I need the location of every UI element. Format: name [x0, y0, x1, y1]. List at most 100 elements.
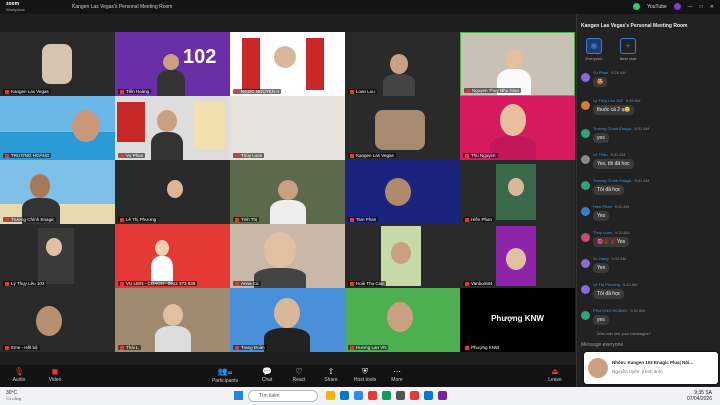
video-tile[interactable]: Vu Phan — [115, 96, 230, 160]
app-icon[interactable] — [396, 391, 405, 400]
video-tile[interactable]: Kangen Las Vegas — [0, 32, 115, 96]
message-header: Vu Phan 9:28 AM — [593, 70, 626, 75]
app-icon[interactable] — [424, 391, 433, 400]
toast-notification[interactable]: Nhóm: Kangen 102 Enagic Plus| Nội... Ngu… — [584, 352, 718, 384]
video-tile[interactable]: TRƯƠNG HOÀNG — [0, 96, 115, 160]
meeting-stage: ◀1/2 ▶1/2 Kangen Las Vegas 102 Tiến Hoàn… — [0, 14, 576, 365]
message-bubble: thuốc cả 2 ạ😊 — [593, 105, 635, 115]
message-bubble: Tôi đã học — [593, 289, 625, 299]
youtube-label[interactable]: YouTube — [647, 4, 667, 10]
title-bar-right: YouTube — □ ✕ — [633, 3, 714, 10]
sender-avatar — [581, 181, 590, 190]
video-tile[interactable]: VU LIEN - COACH - 0912 373 839 — [115, 224, 230, 288]
tab-everyone[interactable]: ◉ Everyone — [581, 38, 607, 61]
chat-button[interactable]: 💬 Chat — [250, 367, 284, 383]
message-header: Hiền Phan 9:32 AM — [593, 204, 630, 209]
who-can-see-link[interactable]: Who can see your messages? — [597, 331, 651, 336]
video-tile[interactable]: NGOC NGUYEN-4 — [230, 32, 345, 96]
video-tile[interactable]: Lý Thụy Lêu 102 — [0, 224, 115, 288]
profile-avatar[interactable] — [673, 3, 681, 10]
chat-message-input[interactable]: Message everyone — [581, 342, 717, 352]
maximize-icon[interactable]: □ — [700, 4, 703, 10]
app-icon[interactable] — [326, 391, 335, 400]
message-header: Vu Dang 9:32 AM — [593, 256, 627, 261]
encryption-icon[interactable] — [633, 3, 641, 10]
video-tile[interactable]: Nguyen Thuy Nhu Giao — [460, 32, 575, 96]
video-tile[interactable]: Kangen Las Vegas — [345, 96, 460, 160]
video-tile[interactable]: Trang Đoàn — [230, 288, 345, 352]
sender-avatar — [581, 259, 590, 268]
participant-name: Hiền Phan — [463, 217, 495, 222]
participants-button[interactable]: 👥42 Participants — [208, 367, 242, 384]
participant-name: Vu Phan — [118, 153, 146, 158]
message-header: Trương Chính Enagic 9:31 AM — [593, 178, 650, 183]
participant-name: TRƯƠNG HOÀNG — [3, 153, 52, 158]
sender-avatar — [581, 73, 590, 82]
participant-name: Tam Phan — [348, 217, 379, 222]
windows-start-icon[interactable] — [234, 391, 243, 400]
leave-button[interactable]: ⏏ Leave — [538, 367, 572, 383]
video-tile[interactable]: Tinh Thị — [230, 160, 345, 224]
video-tile[interactable]: Vanbom84 — [460, 224, 575, 288]
app-icon[interactable] — [438, 391, 447, 400]
video-tile[interactable]: Hương Lan VN — [345, 288, 460, 352]
video-tile[interactable]: Phượng KNW Phượng KNW — [460, 288, 575, 352]
video-tile[interactable]: Loan Luu — [345, 32, 460, 96]
message-header: Lê Thảo 9:31 AM — [593, 152, 626, 157]
chat-tabs: ◉ Everyone + New chat — [581, 38, 641, 61]
react-button[interactable]: ♡ React — [282, 367, 316, 383]
plus-icon: + — [620, 38, 636, 54]
video-tile[interactable]: Tam Phan — [345, 160, 460, 224]
title-bar: zoom Workplace Kangen Las Vegas's Persona… — [0, 0, 720, 14]
video-tile[interactable]: Hoài Thu Cao — [345, 224, 460, 288]
tab-new-chat[interactable]: + New chat — [615, 38, 641, 61]
video-button[interactable]: ◼ Video — [38, 367, 72, 383]
video-tile[interactable]: Hiền Phan — [460, 160, 575, 224]
weather-widget[interactable]: 30°C Có nắng — [6, 390, 21, 402]
audio-button[interactable]: 🎙 Audio — [2, 367, 36, 383]
sender-avatar — [581, 285, 590, 294]
video-tile[interactable]: Thùy Loan — [230, 96, 345, 160]
app-icon[interactable] — [382, 391, 391, 400]
message-bubble: Tôi đã học — [593, 185, 625, 195]
everyone-icon: ◉ — [586, 38, 602, 54]
leave-icon: ⏏ — [551, 367, 559, 376]
video-tile[interactable]: Trương Chính Enagic — [0, 160, 115, 224]
message-bubble: 😍 — [593, 77, 608, 87]
participant-name: VU LIEN - COACH - 0912 373 839 — [118, 281, 198, 286]
message-bubble: Yes — [593, 263, 610, 273]
participant-name: Phượng KNW — [463, 345, 502, 350]
message-header: Lê Thị Phương 9:32 AM — [593, 282, 638, 287]
host-tools-button[interactable]: ⛨ Host tools — [348, 367, 382, 383]
meeting-toolbar: 🎙 Audio ◼ Video 👥42 Participants 💬 Chat ♡ Rea… — [0, 365, 576, 387]
meeting-title: Kangen Las Vegas's Personal Meeting Room — [72, 4, 173, 10]
app-icon[interactable] — [340, 391, 349, 400]
share-button[interactable]: ⇧ Share — [314, 367, 348, 383]
more-icon: ⋯ — [393, 367, 401, 376]
message-header: Trương Chính Enagic 9:31 AM — [593, 126, 650, 131]
participant-name: Lý Thụy Lêu 102 — [3, 281, 47, 286]
participant-name: Eme - Hết bộ — [3, 345, 40, 350]
notification-title: Nhóm: Kangen 102 Enagic Plus| Nội... — [612, 360, 694, 365]
participant-name: Kangen Las Vegas — [348, 153, 396, 158]
app-icon[interactable] — [410, 391, 419, 400]
video-tile[interactable]: Anna Cù — [230, 224, 345, 288]
taskbar-search[interactable]: Tìm kiếm — [248, 390, 318, 402]
chat-title: Kangen Las Vegas's Personal Meeting Room — [581, 23, 688, 29]
video-tile[interactable]: Lê Thị Phương — [115, 160, 230, 224]
video-tile[interactable]: Thái L — [115, 288, 230, 352]
participant-name: Trang Đoàn — [233, 345, 267, 350]
video-tile[interactable]: 102 Tiến Hoàng — [115, 32, 230, 96]
zoom-app-icon[interactable] — [354, 391, 363, 400]
app-icon[interactable] — [368, 391, 377, 400]
more-button[interactable]: ⋯ More — [380, 367, 414, 383]
notification-body: Nguyễn Uyên: [Hình ảnh] — [612, 369, 663, 374]
close-icon[interactable]: ✕ — [710, 4, 714, 10]
participant-name: Hương Lan VN — [348, 345, 389, 350]
chat-message-list[interactable]: Vu Phan 9:28 AM 😍 Lý Thụy Lêu 102 9:29 AM th… — [577, 70, 720, 338]
video-tile[interactable]: Eme - Hết bộ — [0, 288, 115, 352]
system-clock[interactable]: 9:35 SA 07/04/2026 — [687, 390, 712, 402]
participant-name: Loan Luu — [348, 89, 377, 94]
minimize-icon[interactable]: — — [688, 4, 693, 10]
video-tile[interactable]: Thu Nguyen — [460, 96, 575, 160]
